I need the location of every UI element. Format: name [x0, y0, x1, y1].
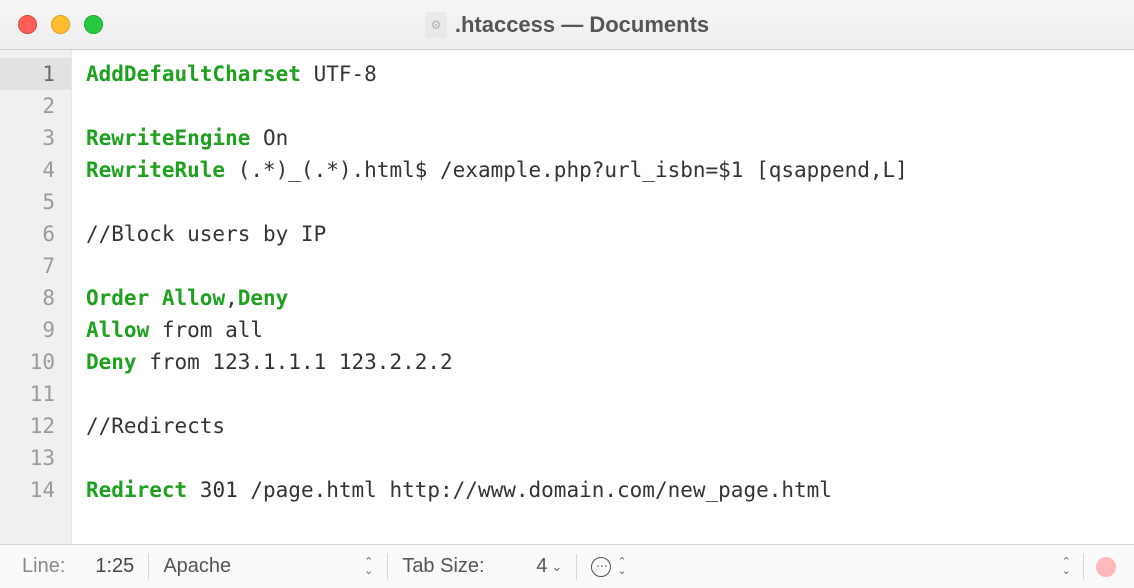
- code-line[interactable]: //Redirects: [86, 410, 1134, 442]
- text-token: from all: [149, 318, 263, 342]
- text-token: (.*)_(.*).html$ /example.php?url_isbn=$1…: [225, 158, 908, 182]
- keyword-token: Allow: [86, 318, 149, 342]
- line-number[interactable]: 6: [0, 218, 71, 250]
- file-icon: [425, 12, 447, 38]
- chevron-down-icon: ⌄: [551, 559, 562, 575]
- line-number[interactable]: 8: [0, 282, 71, 314]
- keyword-token: Order: [86, 286, 149, 310]
- code-line[interactable]: //Block users by IP: [86, 218, 1134, 250]
- code-line[interactable]: [86, 378, 1134, 410]
- line-number[interactable]: 12: [0, 410, 71, 442]
- line-number[interactable]: 1: [0, 58, 71, 90]
- text-token: //Redirects: [86, 414, 225, 438]
- text-token: //Block users by IP: [86, 222, 326, 246]
- code-line[interactable]: AddDefaultCharset UTF-8: [86, 58, 1134, 90]
- stepper-icon: ⌃⌄: [364, 558, 373, 576]
- text-token: ,: [225, 286, 238, 310]
- line-number[interactable]: 3: [0, 122, 71, 154]
- code-line[interactable]: Deny from 123.1.1.1 123.2.2.2: [86, 346, 1134, 378]
- keyword-token: RewriteRule: [86, 158, 225, 182]
- code-line[interactable]: Allow from all: [86, 314, 1134, 346]
- stepper-icon: ⌃⌄: [617, 558, 626, 576]
- code-line[interactable]: Order Allow,Deny: [86, 282, 1134, 314]
- keyword-token: Deny: [86, 350, 137, 374]
- line-number[interactable]: 7: [0, 250, 71, 282]
- statusbar: Line: 1:25 Apache ⌃⌄ Tab Size: 4 ⌄ ⌃⌄ ⌃⌄: [0, 544, 1134, 588]
- zoom-window-button[interactable]: [84, 15, 103, 34]
- code-line[interactable]: RewriteRule (.*)_(.*).html$ /example.php…: [86, 154, 1134, 186]
- line-number[interactable]: 2: [0, 90, 71, 122]
- line-number[interactable]: 10: [0, 346, 71, 378]
- code-line[interactable]: [86, 442, 1134, 474]
- code-line[interactable]: [86, 90, 1134, 122]
- line-value: 1:25: [65, 555, 134, 578]
- titlebar[interactable]: .htaccess — Documents: [0, 0, 1134, 50]
- line-number[interactable]: 13: [0, 442, 71, 474]
- text-token: UTF-8: [301, 62, 377, 86]
- keyword-token: Deny: [238, 286, 289, 310]
- text-token: from 123.1.1.1 123.2.2.2: [137, 350, 453, 374]
- statusbar-separator: [148, 554, 149, 580]
- code-line[interactable]: Redirect 301 /page.html http://www.domai…: [86, 474, 1134, 506]
- keyword-token: Allow: [162, 286, 225, 310]
- line-number[interactable]: 11: [0, 378, 71, 410]
- text-token: [149, 286, 162, 310]
- statusbar-separator: [1083, 554, 1084, 580]
- tab-size-label: Tab Size:: [402, 555, 484, 578]
- code-area[interactable]: AddDefaultCharset UTF-8RewriteEngine OnR…: [72, 50, 1134, 544]
- statusbar-separator: [387, 554, 388, 580]
- line-number[interactable]: 9: [0, 314, 71, 346]
- keyword-token: AddDefaultCharset: [86, 62, 301, 86]
- code-line[interactable]: [86, 186, 1134, 218]
- stepper-icon[interactable]: ⌃⌄: [1062, 558, 1071, 576]
- emoji-picker[interactable]: ⌃⌄: [581, 545, 636, 588]
- window-title-wrap: .htaccess — Documents: [0, 12, 1134, 38]
- cursor-position[interactable]: Line: 1:25: [12, 545, 144, 588]
- line-number-gutter[interactable]: 1234567891011121314: [0, 50, 72, 544]
- line-label: Line:: [22, 555, 65, 578]
- line-number[interactable]: 14: [0, 474, 71, 506]
- window-controls: [18, 15, 103, 34]
- editor: 1234567891011121314 AddDefaultCharset UT…: [0, 50, 1134, 544]
- smile-icon: [591, 557, 611, 577]
- keyword-token: Redirect: [86, 478, 187, 502]
- text-token: 301 /page.html http://www.domain.com/new…: [187, 478, 832, 502]
- language-selector[interactable]: Apache ⌃⌄: [153, 545, 383, 588]
- tab-size-value: 4: [536, 555, 547, 578]
- language-label: Apache: [163, 555, 231, 578]
- statusbar-separator: [576, 554, 577, 580]
- minimize-window-button[interactable]: [51, 15, 70, 34]
- code-line[interactable]: [86, 250, 1134, 282]
- keyword-token: RewriteEngine: [86, 126, 250, 150]
- line-number[interactable]: 5: [0, 186, 71, 218]
- tab-size-selector[interactable]: Tab Size: 4 ⌄: [392, 545, 572, 588]
- window-title: .htaccess — Documents: [455, 12, 709, 38]
- code-line[interactable]: RewriteEngine On: [86, 122, 1134, 154]
- status-dot-icon[interactable]: [1096, 557, 1116, 577]
- close-window-button[interactable]: [18, 15, 37, 34]
- text-token: On: [250, 126, 288, 150]
- line-number[interactable]: 4: [0, 154, 71, 186]
